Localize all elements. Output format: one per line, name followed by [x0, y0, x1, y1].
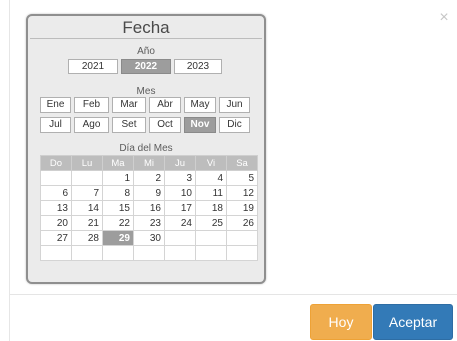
day-cell-empty	[71, 245, 103, 261]
day-cell-empty	[164, 230, 196, 246]
year-option-2021[interactable]: 2021	[68, 59, 118, 74]
month-option-ago[interactable]: Ago	[74, 117, 109, 133]
day-cell-24[interactable]: 24	[164, 215, 196, 231]
weekday-header-mi: Mi	[133, 155, 165, 171]
month-option-feb[interactable]: Feb	[74, 97, 109, 113]
month-option-ene[interactable]: Ene	[40, 97, 71, 113]
today-button[interactable]: Hoy	[310, 304, 372, 340]
month-option-set[interactable]: Set	[112, 117, 146, 133]
month-option-jun[interactable]: Jun	[219, 97, 250, 113]
day-cell-8[interactable]: 8	[102, 185, 134, 201]
title-divider	[30, 38, 262, 39]
year-option-2023[interactable]: 2023	[174, 59, 222, 74]
day-cell-26[interactable]: 26	[226, 215, 258, 231]
day-grid: Do Lu Ma Mi Ju Vi Sa 1 2 3 4 5 6 7 8 9 10 11 12 13 14 15 16 17…	[40, 155, 258, 261]
day-cell-13[interactable]: 13	[40, 200, 72, 216]
year-option-2022[interactable]: 2022	[121, 59, 171, 74]
month-option-jul[interactable]: Jul	[40, 117, 71, 133]
footer-divider	[10, 294, 457, 295]
close-icon[interactable]: ×	[437, 10, 451, 26]
weekday-header-ju: Ju	[164, 155, 196, 171]
weekday-header-vi: Vi	[195, 155, 227, 171]
month-option-oct[interactable]: Oct	[149, 117, 181, 133]
weekday-header-ma: Ma	[102, 155, 134, 171]
month-option-may[interactable]: May	[184, 97, 216, 113]
day-cell-9[interactable]: 9	[133, 185, 165, 201]
calendar-week-row: 12345	[40, 170, 258, 186]
day-cell-empty	[40, 245, 72, 261]
month-label: Mes	[136, 86, 156, 97]
day-cell-21[interactable]: 21	[71, 215, 103, 231]
day-cell-empty	[195, 245, 227, 261]
day-cell-25[interactable]: 25	[195, 215, 227, 231]
day-cell-2[interactable]: 2	[133, 170, 165, 186]
day-cell-7[interactable]: 7	[71, 185, 103, 201]
calendar-week-row: 20 21 22 23 24 25 26	[40, 215, 258, 231]
day-cell-27[interactable]: 27	[40, 230, 72, 246]
day-cell-28[interactable]: 28	[71, 230, 103, 246]
month-option-dic[interactable]: Dic	[219, 117, 250, 133]
day-cell-17[interactable]: 17	[164, 200, 196, 216]
day-label: Día del Mes	[119, 143, 173, 154]
weekday-header-row: Do Lu Ma Mi Ju Vi Sa	[40, 155, 258, 171]
calendar-week-row	[40, 245, 258, 261]
weekday-header-lu: Lu	[71, 155, 103, 171]
day-cell-3[interactable]: 3	[164, 170, 196, 186]
day-cell-empty	[195, 230, 227, 246]
day-cell-6[interactable]: 6	[40, 185, 72, 201]
modal-left-edge	[0, 0, 10, 341]
weekday-header-sa: Sa	[226, 155, 258, 171]
day-cell-empty	[40, 170, 72, 186]
day-cell-empty	[226, 230, 258, 246]
date-picker: Fecha Año 2021 2022 2023 Mes Ene Feb Mar Ab…	[26, 14, 266, 284]
date-modal: × Fecha Año 2021 2022 2023 Mes Ene Feb Mar…	[0, 0, 457, 341]
day-cell-30[interactable]: 30	[133, 230, 165, 246]
day-cell-16[interactable]: 16	[133, 200, 165, 216]
day-cell-empty	[102, 245, 134, 261]
calendar-week-row: 27 28 29 30	[40, 230, 258, 246]
picker-title: Fecha	[122, 18, 170, 37]
day-cell-12[interactable]: 12	[226, 185, 258, 201]
day-cell-1[interactable]: 1	[102, 170, 134, 186]
day-cell-empty	[71, 170, 103, 186]
day-cell-empty	[226, 245, 258, 261]
accept-button[interactable]: Aceptar	[373, 304, 453, 340]
day-cell-23[interactable]: 23	[133, 215, 165, 231]
month-option-abr[interactable]: Abr	[149, 97, 181, 113]
day-cell-4[interactable]: 4	[195, 170, 227, 186]
year-label: Año	[137, 46, 155, 57]
day-cell-20[interactable]: 20	[40, 215, 72, 231]
calendar-week-row: 6 7 8 9 10 11 12	[40, 185, 258, 201]
weekday-header-do: Do	[40, 155, 72, 171]
day-cell-15[interactable]: 15	[102, 200, 134, 216]
day-cell-18[interactable]: 18	[195, 200, 227, 216]
month-option-mar[interactable]: Mar	[112, 97, 146, 113]
day-cell-22[interactable]: 22	[102, 215, 134, 231]
day-cell-empty	[133, 245, 165, 261]
day-cell-29[interactable]: 29	[102, 230, 134, 246]
day-cell-19[interactable]: 19	[226, 200, 258, 216]
day-cell-10[interactable]: 10	[164, 185, 196, 201]
day-cell-5[interactable]: 5	[226, 170, 258, 186]
day-cell-11[interactable]: 11	[195, 185, 227, 201]
month-option-nov[interactable]: Nov	[184, 117, 216, 133]
day-cell-14[interactable]: 14	[71, 200, 103, 216]
calendar-week-row: 13 14 15 16 17 18 19	[40, 200, 258, 216]
day-cell-empty	[164, 245, 196, 261]
